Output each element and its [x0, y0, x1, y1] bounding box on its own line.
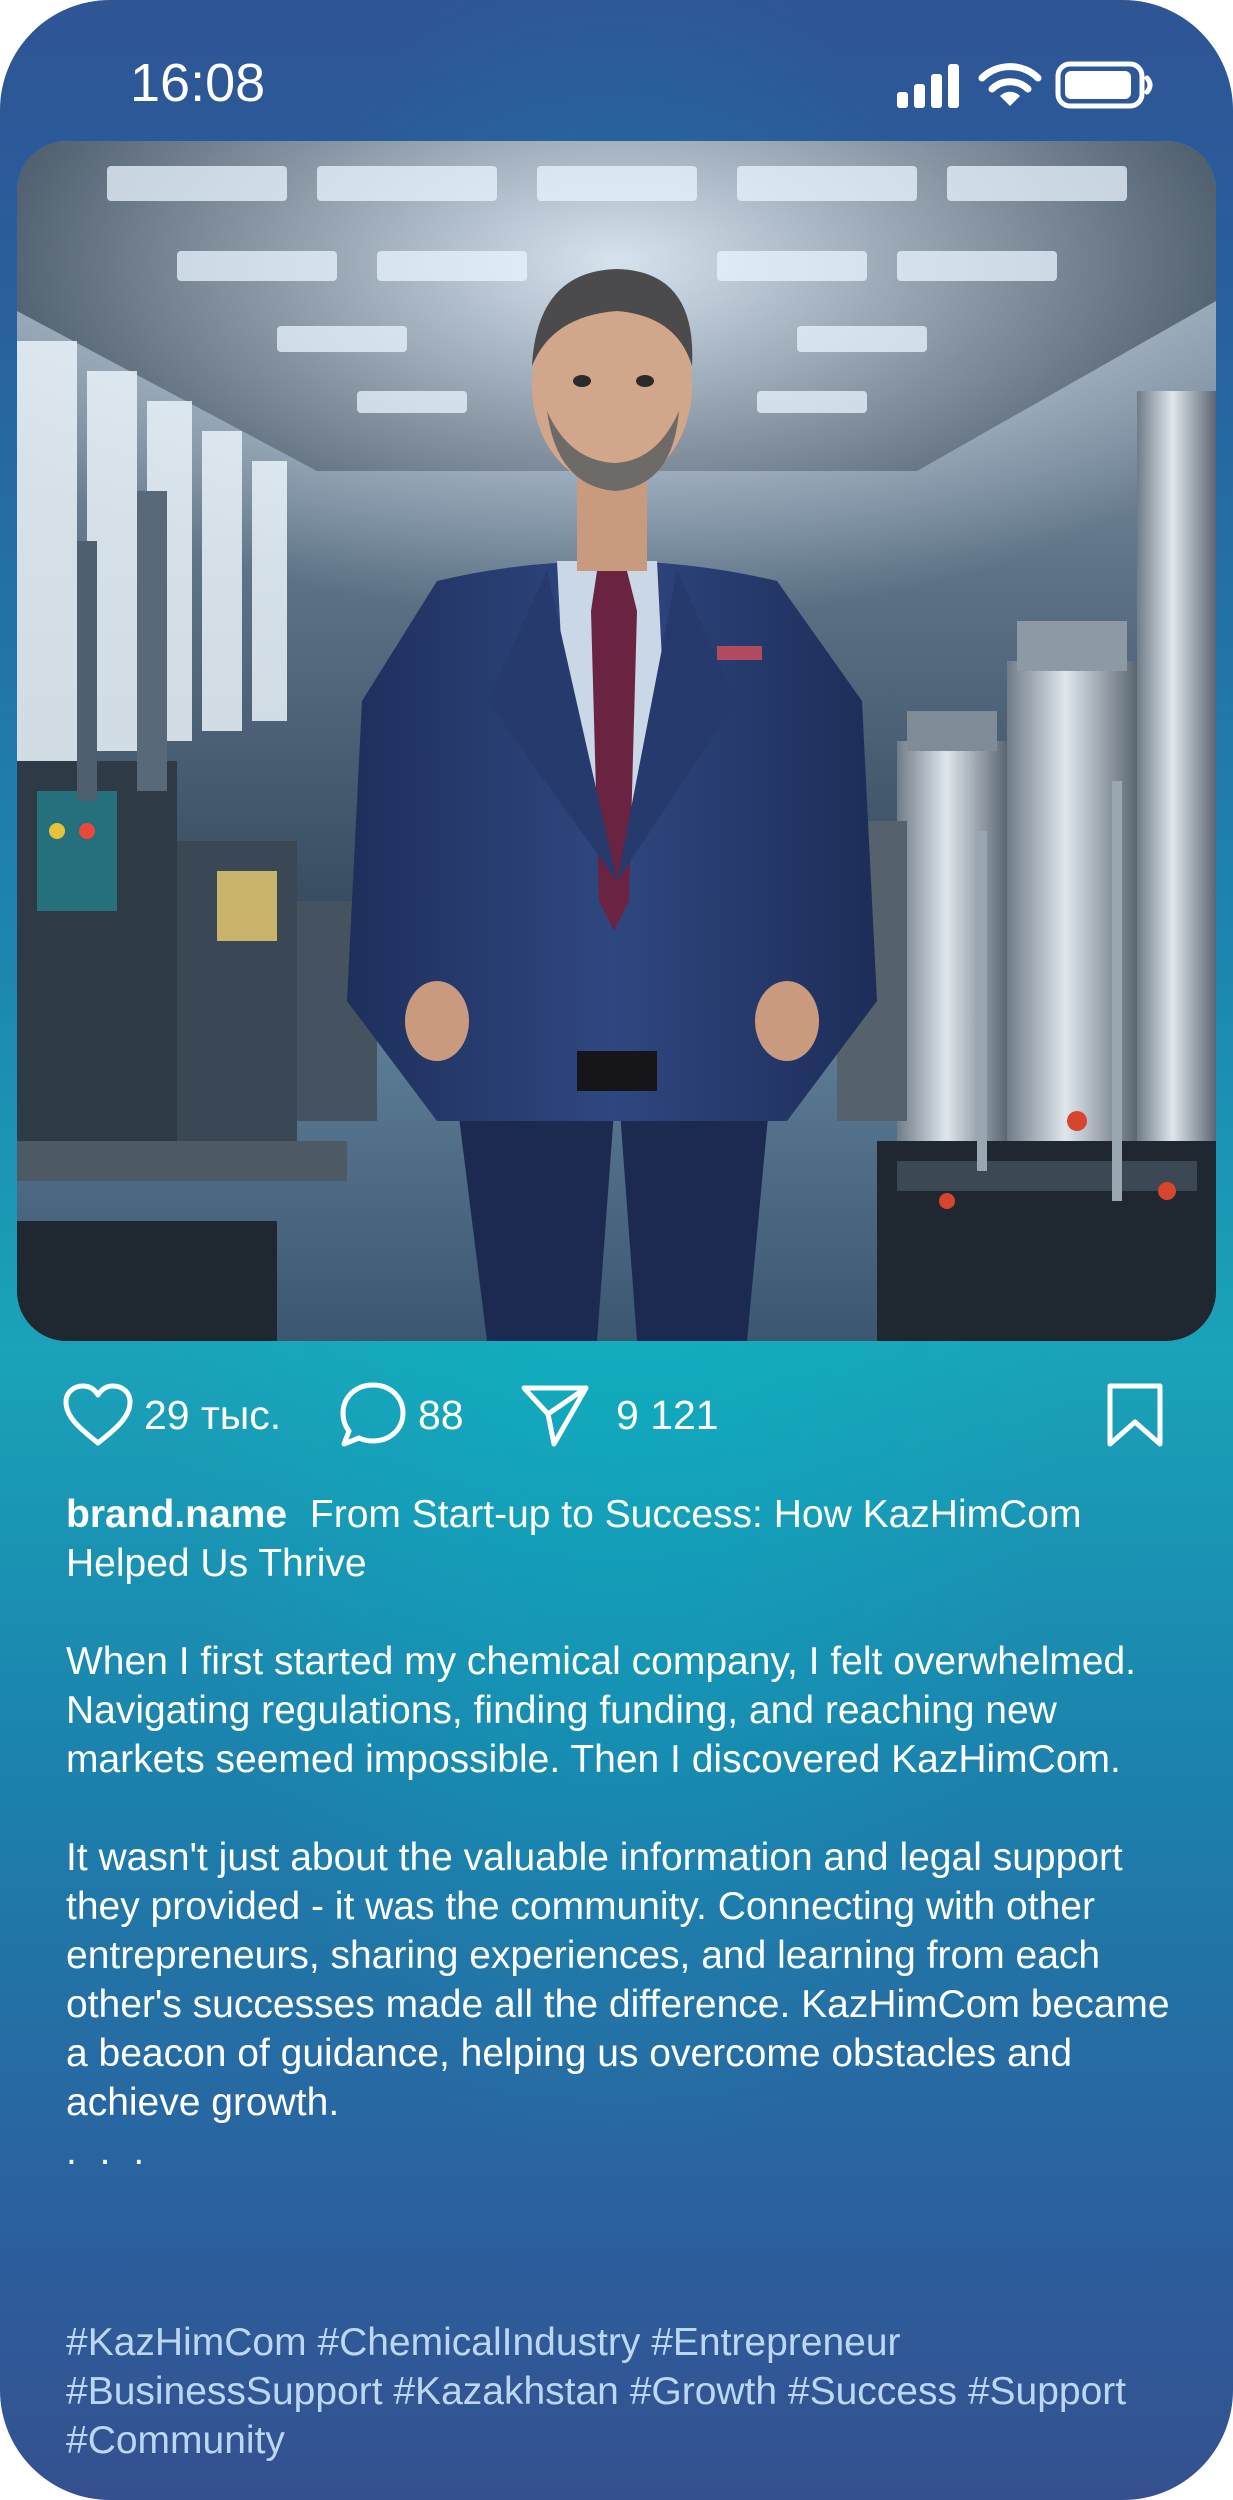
status-bar: 16:08 — [0, 0, 1233, 140]
like-button[interactable]: 29 тыс. — [62, 1370, 281, 1460]
comment-button[interactable]: 88 — [338, 1370, 464, 1460]
post-photo-illustration — [17, 141, 1216, 1341]
caption-paragraph-2: It wasn't just about the valuable inform… — [66, 1836, 1170, 2124]
caption-hashtags[interactable]: #KazHimCom #ChemicalIndustry #Entreprene… — [66, 2318, 1186, 2465]
wifi-icon — [978, 63, 1042, 106]
comments-count: 88 — [418, 1391, 464, 1438]
comment-bubble-icon — [340, 1382, 406, 1447]
status-time: 16:08 — [130, 53, 266, 113]
share-button[interactable]: 9 121 — [520, 1370, 719, 1460]
signal-icon — [897, 64, 959, 108]
battery-icon — [1055, 61, 1153, 109]
post-caption: brand.name From Start-up to Success: How… — [66, 1490, 1186, 2176]
caption-paragraph-1: When I first started my chemical company… — [66, 1640, 1136, 1781]
post-photo[interactable] — [17, 141, 1216, 1341]
caption-headline-line: brand.name From Start-up to Success: How… — [66, 1490, 1186, 1588]
heart-icon — [63, 1383, 133, 1446]
paper-plane-icon — [521, 1385, 589, 1447]
likes-count: 29 тыс. — [144, 1391, 282, 1438]
caption-more[interactable]: . . . — [66, 2127, 1186, 2176]
post-action-bar: 29 тыс. 88 9 121 — [0, 1370, 1233, 1460]
username-link[interactable]: brand.name — [66, 1493, 287, 1536]
phone-screen: 16:08 29 тыс. 88 9 121 brand.name From S… — [0, 0, 1233, 2500]
save-button[interactable] — [1105, 1370, 1165, 1460]
shares-count: 9 121 — [616, 1391, 719, 1438]
bookmark-icon — [1107, 1383, 1163, 1447]
